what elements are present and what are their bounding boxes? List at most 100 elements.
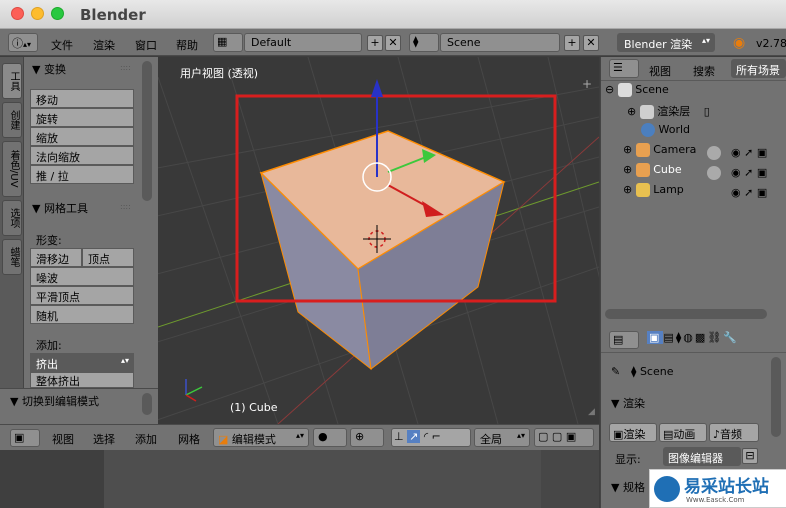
mesh-data-icon[interactable]	[707, 166, 721, 180]
viewport-canvas[interactable]	[158, 57, 599, 424]
scene-name-field[interactable]: Scene	[440, 33, 560, 52]
outliner-row-cube[interactable]: ⊕ Cube	[623, 163, 682, 183]
outliner-filter-select[interactable]: 所有场景	[731, 59, 786, 78]
smooth-vertex-button[interactable]: 平滑顶点	[30, 286, 134, 305]
scale-button[interactable]: 缩放	[30, 127, 134, 146]
tab-options[interactable]: 选项	[2, 200, 22, 236]
lock-interface-icon[interactable]: ⊟	[742, 448, 758, 464]
menu-mesh[interactable]: 网格	[178, 431, 200, 447]
menu-render[interactable]: 渲染	[93, 37, 115, 53]
display-select[interactable]: 图像编辑器	[663, 447, 741, 466]
menu-window[interactable]: 窗口	[135, 37, 157, 53]
face-select-icon[interactable]: ▣	[566, 430, 576, 443]
add-layout-button[interactable]: +	[367, 35, 383, 51]
gizmo-z-arrow[interactable]	[371, 79, 383, 97]
manipulator-group[interactable]: ⊥ ↗ ◜ ⌐	[391, 428, 471, 447]
world-context-icon[interactable]: ◍	[683, 331, 695, 344]
render-panel-title[interactable]: ▼ 渲染	[611, 395, 645, 411]
menu-add[interactable]: 添加	[135, 431, 157, 447]
object-context-icon[interactable]: ▩	[695, 331, 707, 344]
outliner-row-lamp[interactable]: ⊕ Lamp	[623, 183, 684, 203]
render-image-button[interactable]: ▣渲染	[609, 423, 657, 442]
edge-select-icon[interactable]: ▢	[552, 430, 562, 443]
region-corner-icon[interactable]: ◢	[588, 407, 595, 417]
remove-layout-button[interactable]: ✕	[385, 35, 401, 51]
vertex-slide-button[interactable]: 顶点	[82, 248, 134, 267]
extrude-select[interactable]: 挤出 ▴▾	[30, 353, 134, 372]
panel-grip-icon[interactable]: ::::	[120, 63, 131, 72]
render-animation-button[interactable]: ▤动画	[659, 423, 707, 442]
eye-icon[interactable]: ◉	[731, 186, 741, 199]
rotate-manipulator-icon[interactable]: ◜	[424, 430, 428, 443]
randomize-button[interactable]: 随机	[30, 305, 134, 324]
outliner-menu-view[interactable]: 视图	[649, 63, 671, 79]
toolshelf-scrollbar[interactable]	[142, 61, 152, 201]
mode-select[interactable]: ◪ 编辑模式 ▴▾	[213, 428, 309, 447]
add-scene-button[interactable]: +	[564, 35, 580, 51]
render-layer-toggle-icon[interactable]: ▯	[704, 105, 710, 118]
render-layers-context-icon[interactable]: ▤	[663, 331, 675, 344]
panel-grip-icon[interactable]: ::::	[120, 202, 131, 211]
tab-tools[interactable]: 工具	[2, 63, 22, 99]
camera-data-icon[interactable]	[707, 146, 721, 160]
noise-button[interactable]: 噪波	[30, 267, 134, 286]
expand-icon[interactable]: ⊕	[623, 183, 632, 196]
menu-select[interactable]: 选择	[93, 431, 115, 447]
constraints-context-icon[interactable]: ⛓	[707, 331, 723, 344]
dimensions-panel-title[interactable]: ▼ 规格	[611, 479, 645, 495]
render-engine-select[interactable]: Blender 渲染 ▴▾	[617, 33, 715, 52]
mesh-tools-panel-title[interactable]: ▼ 网格工具	[32, 200, 88, 216]
outliner-menu-search[interactable]: 搜索	[693, 63, 715, 79]
tab-shading-uv[interactable]: 着色/UV	[2, 141, 22, 197]
pivot-select[interactable]: ⊕	[350, 428, 384, 447]
outliner-row-scene[interactable]: ⊖ Scene	[605, 83, 669, 103]
shrink-fatten-button[interactable]: 法向缩放	[30, 146, 134, 165]
cursor-select-icon[interactable]: ➚	[744, 166, 753, 179]
operator-scrollbar[interactable]	[142, 393, 152, 415]
cursor-select-icon[interactable]: ➚	[744, 146, 753, 159]
close-window-button[interactable]	[11, 7, 24, 20]
viewport-editor-type-menu[interactable]: ▣	[10, 429, 40, 447]
expand-icon[interactable]: ⊕	[623, 143, 632, 156]
vertex-select-icon[interactable]: ▢	[538, 430, 548, 443]
maximize-window-button[interactable]	[51, 7, 64, 20]
modifier-context-icon[interactable]: 🔧	[723, 331, 739, 344]
outliner-editor-type-menu[interactable]: ☰	[609, 59, 639, 78]
render-camera-icon[interactable]: ▣	[757, 146, 767, 159]
shading-select[interactable]: ●	[313, 428, 347, 447]
expand-icon[interactable]: ⊕	[623, 163, 632, 176]
push-pull-button[interactable]: 推 / 拉	[30, 165, 134, 184]
translate-manipulator-icon[interactable]: ↗	[407, 430, 421, 443]
tab-create[interactable]: 创建	[2, 102, 22, 138]
properties-scrollbar[interactable]	[771, 357, 781, 437]
outliner-scrollbar[interactable]	[605, 309, 767, 319]
transform-panel-title[interactable]: ▼ 变换	[32, 61, 66, 77]
menu-file[interactable]: 文件	[51, 37, 73, 53]
manipulator-toggle-icon[interactable]: ⊥	[394, 430, 404, 443]
eye-icon[interactable]: ◉	[731, 166, 741, 179]
remove-scene-button[interactable]: ✕	[583, 35, 599, 51]
properties-editor-type-menu[interactable]: ▤	[609, 331, 639, 349]
layout-name-field[interactable]: Default	[244, 33, 362, 52]
render-audio-button[interactable]: ♪音频	[709, 423, 759, 442]
outliner-row-render-layers[interactable]: ⊕ 渲染层 ▯	[627, 103, 710, 123]
extrude-region-button[interactable]: 整体挤出	[30, 372, 134, 388]
3d-viewport[interactable]: 用户视图 (透视) (1) Cube + ◢	[158, 57, 599, 424]
expand-icon[interactable]: ⊕	[627, 105, 636, 118]
render-camera-icon[interactable]: ▣	[757, 186, 767, 199]
render-context-icon[interactable]: ▣	[647, 331, 664, 344]
outliner-row-camera[interactable]: ⊕ Camera	[623, 143, 696, 163]
edge-slide-button[interactable]: 滑移边	[30, 248, 82, 267]
menu-view[interactable]: 视图	[52, 431, 74, 447]
eye-icon[interactable]: ◉	[731, 146, 741, 159]
rotate-button[interactable]: 旋转	[30, 108, 134, 127]
pin-icon[interactable]: ✎	[611, 365, 620, 378]
cursor-select-icon[interactable]: ➚	[744, 186, 753, 199]
scale-manipulator-icon[interactable]: ⌐	[432, 430, 441, 443]
collapse-icon[interactable]: ⊖	[605, 83, 614, 96]
render-camera-icon[interactable]: ▣	[757, 166, 767, 179]
editor-type-menu[interactable]: ⓘ▴▾	[8, 33, 38, 52]
timeline-area[interactable]	[0, 450, 599, 508]
outliner-row-world[interactable]: World	[641, 123, 690, 143]
scene-menu[interactable]: ⧫	[409, 33, 439, 52]
